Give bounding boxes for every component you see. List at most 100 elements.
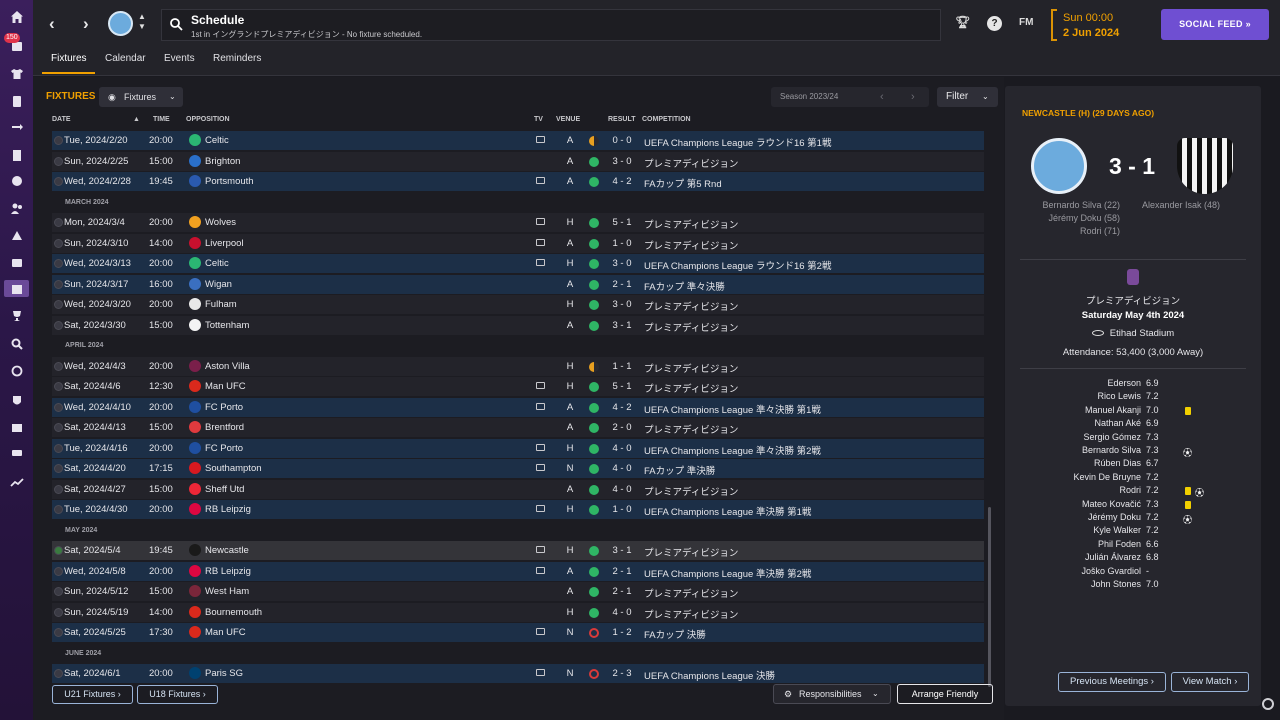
- squad-icon[interactable]: [8, 65, 25, 82]
- player-row[interactable]: Jérémy Doku 7.2 ⚽︎: [1005, 512, 1261, 525]
- back-icon[interactable]: ‹: [49, 14, 55, 34]
- competition-name[interactable]: プレミアディビジョン: [644, 484, 738, 498]
- fixture-row[interactable]: Sun, 2024/2/25 15:00 Brighton A 3 - 0 プレミアディビ…: [52, 151, 984, 171]
- player-name[interactable]: Rodri: [1119, 485, 1141, 495]
- competition-name[interactable]: UEFA Champions League 準々決勝 第1戦: [644, 402, 821, 416]
- scouting-icon[interactable]: [8, 335, 25, 352]
- opposition-name[interactable]: Newcastle: [205, 545, 249, 556]
- opposition-name[interactable]: Man UFC: [205, 381, 246, 392]
- result-score[interactable]: 1 - 0: [612, 504, 632, 515]
- clipboard-icon[interactable]: [8, 92, 25, 109]
- player-row[interactable]: Kevin De Bruyne 7.2: [1005, 472, 1261, 485]
- fixture-row[interactable]: Sat, 2024/6/1 20:00 Paris SG N 2 - 3 UEFA Cha…: [52, 664, 984, 683]
- home-icon[interactable]: [8, 8, 25, 25]
- opposition-name[interactable]: FC Porto: [205, 443, 243, 454]
- player-row[interactable]: Julián Álvarez 6.8: [1005, 552, 1261, 565]
- player-name[interactable]: John Stones: [1091, 579, 1141, 589]
- result-score[interactable]: 1 - 1: [612, 361, 632, 372]
- col-competition[interactable]: COMPETITION: [642, 116, 691, 123]
- result-score[interactable]: 5 - 1: [612, 217, 632, 228]
- result-score[interactable]: 4 - 0: [612, 463, 632, 474]
- season-selector[interactable]: Season 2023/24 ‹ ›: [771, 87, 929, 107]
- fixture-row[interactable]: Mon, 2024/3/4 20:00 Wolves H 5 - 1 プレミアディビジョン: [52, 213, 984, 232]
- opposition-name[interactable]: Sheff Utd: [205, 484, 244, 495]
- result-score[interactable]: 4 - 2: [612, 402, 632, 413]
- competition-name[interactable]: FAカップ 準決勝: [644, 463, 715, 477]
- player-row[interactable]: Sergio Gómez 7.3: [1005, 432, 1261, 445]
- fixture-row[interactable]: Sun, 2024/5/19 14:00 Bournemouth H 4 - 0 プレミア…: [52, 602, 984, 622]
- game-date[interactable]: Sun 00:00 2 Jun 2024: [1051, 9, 1146, 41]
- ticket-icon[interactable]: [8, 444, 25, 461]
- player-name[interactable]: Phil Foden: [1098, 539, 1141, 549]
- col-date[interactable]: DATE: [52, 116, 71, 123]
- transfer-icon[interactable]: [8, 119, 25, 136]
- player-row[interactable]: Joško Gvardiol -: [1005, 566, 1261, 579]
- player-row[interactable]: Ederson 6.9: [1005, 378, 1261, 391]
- opposition-name[interactable]: West Ham: [205, 586, 249, 597]
- fm-menu-icon[interactable]: FM: [1019, 17, 1033, 28]
- col-tv[interactable]: TV: [534, 116, 543, 123]
- fixture-row[interactable]: Sun, 2024/5/12 15:00 West Ham A 2 - 1 プレミアディビ…: [52, 582, 984, 601]
- fixture-row[interactable]: Sat, 2024/5/25 17:30 Man UFC N 1 - 2 FAカップ 決勝: [52, 623, 984, 642]
- opposition-name[interactable]: Paris SG: [205, 668, 243, 679]
- result-score[interactable]: 1 - 2: [612, 627, 632, 638]
- player-name[interactable]: Ederson: [1107, 378, 1141, 388]
- result-score[interactable]: 2 - 1: [612, 586, 632, 597]
- opposition-name[interactable]: Bournemouth: [205, 607, 262, 618]
- u21-fixtures-button[interactable]: U21 Fixtures ›: [52, 685, 133, 704]
- opposition-name[interactable]: Aston Villa: [205, 361, 250, 372]
- player-name[interactable]: Joško Gvardiol: [1081, 566, 1141, 576]
- competition-name[interactable]: UEFA Champions League 準決勝 第1戦: [644, 504, 811, 518]
- player-row[interactable]: Mateo Kovačić 7.3: [1005, 499, 1261, 512]
- opposition-name[interactable]: Man UFC: [205, 627, 246, 638]
- player-row[interactable]: John Stones 7.0: [1005, 579, 1261, 592]
- col-time[interactable]: TIME: [153, 116, 170, 123]
- opposition-name[interactable]: FC Porto: [205, 402, 243, 413]
- opposition-name[interactable]: Celtic: [205, 258, 229, 269]
- club-switch-icon[interactable]: ▲ ▼: [138, 12, 146, 32]
- opposition-name[interactable]: Brentford: [205, 422, 244, 433]
- competition-name[interactable]: UEFA Champions League 決勝: [644, 668, 775, 682]
- medical-icon[interactable]: [8, 253, 25, 270]
- result-score[interactable]: 4 - 0: [612, 484, 632, 495]
- fixtures-view-dropdown[interactable]: ◉ Fixtures ⌄: [99, 87, 183, 107]
- opposition-name[interactable]: Liverpool: [205, 238, 244, 249]
- player-name[interactable]: Julián Álvarez: [1085, 552, 1141, 562]
- result-score[interactable]: 0 - 0: [612, 135, 632, 146]
- competition-name[interactable]: UEFA Champions League ラウンド16 第1戦: [644, 135, 831, 149]
- opposition-name[interactable]: Southampton: [205, 463, 262, 474]
- competition-name[interactable]: プレミアディビジョン: [644, 217, 738, 231]
- result-score[interactable]: 2 - 0: [612, 422, 632, 433]
- fixture-row[interactable]: Wed, 2024/2/28 19:45 Portsmouth A 4 - 2 FAカップ…: [52, 172, 984, 191]
- player-name[interactable]: Mateo Kovačić: [1082, 499, 1141, 509]
- player-name[interactable]: Sergio Gómez: [1083, 432, 1141, 442]
- player-name[interactable]: Rico Lewis: [1097, 391, 1141, 401]
- club-icon[interactable]: [8, 392, 25, 409]
- player-name[interactable]: Bernardo Silva: [1082, 445, 1141, 455]
- player-row[interactable]: Rodri 7.2 ⚽︎: [1005, 485, 1261, 498]
- u18-fixtures-button[interactable]: U18 Fixtures ›: [137, 685, 218, 704]
- fixture-row[interactable]: Sat, 2024/4/6 12:30 Man UFC H 5 - 1 プレミアディビジョ…: [52, 377, 984, 396]
- forward-icon[interactable]: ›: [83, 14, 89, 34]
- refresh-icon[interactable]: [8, 362, 25, 379]
- fixture-row[interactable]: Sat, 2024/5/4 19:45 Newcastle H 3 - 1 プレミアディビ…: [52, 541, 984, 560]
- result-score[interactable]: 3 - 0: [612, 258, 632, 269]
- fixture-row[interactable]: Sun, 2024/3/10 14:00 Liverpool A 1 - 0 プレミアディ…: [52, 233, 984, 253]
- player-name[interactable]: Kyle Walker: [1093, 525, 1141, 535]
- result-score[interactable]: 2 - 1: [612, 279, 632, 290]
- opposition-name[interactable]: Portsmouth: [205, 176, 254, 187]
- fixture-row[interactable]: Sat, 2024/4/27 15:00 Sheff Utd A 4 - 0 プレミアディ…: [52, 479, 984, 499]
- schedule-icon[interactable]: [4, 280, 29, 297]
- club-crest-icon[interactable]: [108, 11, 133, 36]
- col-venue[interactable]: VENUE: [556, 116, 580, 123]
- search-icon[interactable]: [169, 17, 183, 31]
- player-row[interactable]: Nathan Aké 6.9: [1005, 418, 1261, 431]
- competition-name[interactable]: FAカップ 準々決勝: [644, 279, 725, 293]
- responsibilities-button[interactable]: ⚙︎ Responsibilities ⌄: [773, 684, 891, 704]
- result-score[interactable]: 4 - 0: [612, 607, 632, 618]
- player-row[interactable]: Rico Lewis 7.2: [1005, 391, 1261, 404]
- competition-name[interactable]: プレミアディビジョン: [644, 238, 738, 252]
- scrollbar[interactable]: [988, 507, 991, 687]
- opposition-name[interactable]: Celtic: [205, 135, 229, 146]
- tab-reminders[interactable]: Reminders: [213, 53, 261, 64]
